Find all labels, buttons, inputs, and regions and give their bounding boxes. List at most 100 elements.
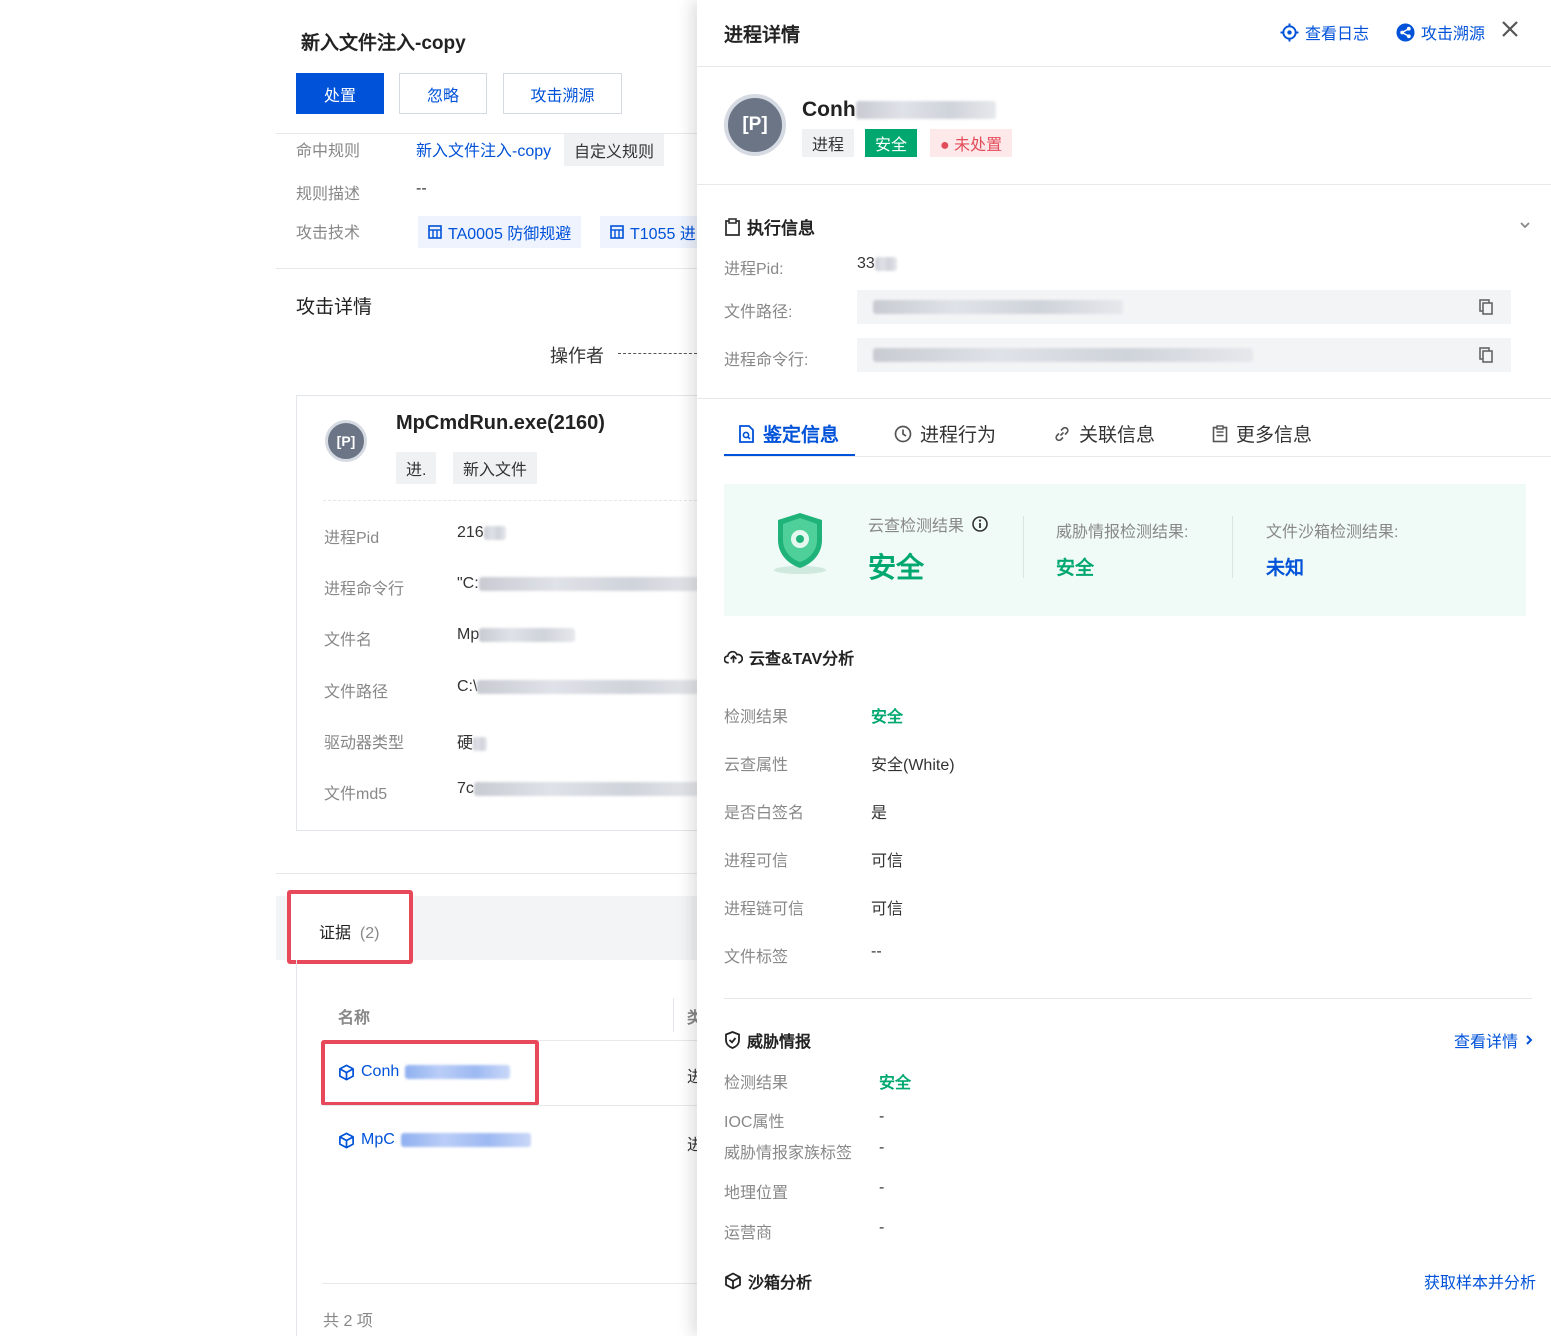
table-icon [428, 225, 442, 239]
alert-detail-panel: 新入文件注入-copy 处置 忽略 攻击溯源 命中规则 新入文件注入-copy … [0, 0, 697, 1336]
drawer-title: 进程详情 [724, 25, 801, 46]
process-detail-drawer: 进程详情 查看日志 攻击溯源 [P] Conh 进程 安全 ● 未处置 执行信息… [697, 0, 1551, 1336]
tav-row-value: -- [871, 943, 882, 960]
attack-detail-heading: 攻击详情 [296, 297, 373, 318]
operator-label: 操作者 [550, 346, 604, 366]
table-icon [610, 225, 624, 239]
intel-row-value: 安全 [879, 1075, 912, 1092]
tav-row-value: 安全(White) [871, 757, 955, 774]
sandbox-result-label: 文件沙箱检测结果: [1266, 524, 1399, 541]
evidence-tab-highlight [287, 890, 413, 964]
process-name: MpCmdRun.exe(2160) [396, 412, 605, 434]
intel-row-value: - [879, 1139, 885, 1156]
tav-row-value: 可信 [871, 853, 904, 870]
evidence-row-type: 进 [687, 1069, 697, 1086]
tab-more[interactable]: 更多信息 [1212, 420, 1312, 447]
document-search-icon [739, 424, 754, 443]
intel-row: IOC属性 [724, 1114, 785, 1131]
process-icon: [P] [325, 420, 367, 462]
box-icon [725, 1272, 741, 1290]
rule-desc-label: 规则描述 [296, 186, 361, 203]
hit-rule-label: 命中规则 [296, 143, 361, 160]
intel-row: 威胁情报家族标签 [724, 1145, 853, 1162]
cloud-upload-icon [724, 650, 743, 664]
clipboard-icon [725, 217, 740, 236]
fetch-sample-link[interactable]: 获取样本并分析 [1424, 1269, 1536, 1293]
cloud-result-value: 安全 [868, 552, 925, 583]
alert-title: 新入文件注入-copy [301, 33, 466, 54]
new-file-tag: 新入文件 [453, 452, 538, 484]
chevron-down-icon[interactable] [1518, 218, 1532, 232]
operator-connector [618, 353, 697, 354]
evidence-row-link[interactable]: MpC [338, 1131, 531, 1149]
evidence-row-type: 进 [687, 1137, 697, 1154]
card-row-value: 7c [457, 780, 697, 798]
share-icon [1396, 22, 1415, 42]
exec-info-heading: 执行信息 [724, 214, 815, 239]
intel-heading: 威胁情报 [724, 1028, 811, 1052]
process-type-badge: 进程 [802, 129, 855, 157]
tav-row: 进程链可信 [724, 901, 805, 918]
tab-related[interactable]: 关联信息 [1053, 420, 1155, 447]
intel-row-value: - [879, 1179, 885, 1196]
info-icon[interactable] [972, 516, 988, 532]
trace-button[interactable]: 攻击溯源 [503, 73, 622, 114]
col-type-header: 类 [687, 1010, 697, 1027]
sandbox-heading: 沙箱分析 [724, 1269, 812, 1293]
exec-path-label: 文件路径: [724, 304, 793, 321]
tech-tag-t1055[interactable]: T1055 进 [600, 216, 697, 248]
link-icon [1055, 426, 1069, 441]
intel-row: 地理位置 [724, 1185, 789, 1202]
target-icon [1280, 22, 1299, 42]
intel-row-value: - [879, 1108, 885, 1125]
exec-path-field [857, 290, 1511, 324]
tav-row-value: 是 [871, 805, 888, 822]
clipboard-list-icon [1212, 424, 1228, 442]
status-badge: ● 未处置 [930, 129, 1013, 157]
copy-icon[interactable] [1479, 347, 1493, 363]
tav-row: 是否白签名 [724, 805, 805, 822]
tav-row-value: 可信 [871, 901, 904, 918]
tav-heading: 云查&TAV分析 [724, 645, 854, 669]
hit-rule-link[interactable]: 新入文件注入-copy [416, 137, 551, 161]
card-row-value: "C: [457, 575, 697, 593]
card-row-value: 216 [457, 524, 506, 542]
evidence-row-highlight [321, 1040, 539, 1106]
intel-row: 运营商 [724, 1225, 773, 1242]
process-name: Conh [802, 98, 996, 122]
process-avatar-icon: [P] [724, 94, 786, 156]
rule-desc-value: -- [416, 180, 427, 197]
tav-row: 进程可信 [724, 853, 789, 870]
intel-row: 检测结果 [724, 1075, 789, 1092]
sandbox-result-value: 未知 [1266, 558, 1305, 579]
view-log-link[interactable]: 查看日志 [1280, 20, 1369, 44]
exec-pid-value: 33 [857, 255, 897, 273]
close-icon[interactable] [1499, 18, 1521, 42]
card-row-value: Mp [457, 626, 576, 644]
intel-row-value: - [879, 1219, 885, 1236]
tav-row: 文件标签 [724, 949, 789, 966]
card-row-value: C:\ [457, 678, 697, 696]
detection-summary: 云查检测结果 安全 威胁情报检测结果: 安全 文件沙箱检测结果: 未知 [724, 484, 1526, 616]
tech-tag-label: TA0005 防御规避 [448, 226, 572, 243]
evidence-total: 共 2 项 [323, 1313, 373, 1330]
view-detail-link[interactable]: 查看详情 [1454, 1028, 1534, 1052]
dispose-button[interactable]: 处置 [296, 73, 384, 114]
attack-tech-label: 攻击技术 [296, 225, 361, 242]
card-row-value: 硬 [457, 729, 488, 753]
ignore-button[interactable]: 忽略 [399, 73, 487, 114]
exec-cmd-field [857, 338, 1511, 372]
tech-tag-ta0005[interactable]: TA0005 防御规避 [418, 216, 582, 248]
shield-icon [725, 1031, 740, 1049]
cloud-result-label: 云查检测结果 [868, 512, 988, 536]
copy-icon[interactable] [1479, 299, 1493, 315]
process-type-tag: 进. [396, 452, 437, 484]
tab-identify[interactable]: 鉴定信息 [738, 420, 839, 447]
process-card[interactable]: [P] MpCmdRun.exe(2160) 进. 新入文件 进程Pid 216… [296, 395, 697, 831]
tab-behavior[interactable]: 进程行为 [894, 420, 996, 447]
tav-row: 检测结果 [724, 709, 789, 726]
exec-pid-label: 进程Pid: [724, 261, 784, 278]
trace-link[interactable]: 攻击溯源 [1396, 20, 1485, 44]
tav-row: 云查属性 [724, 757, 789, 774]
cube-icon [339, 1132, 354, 1148]
